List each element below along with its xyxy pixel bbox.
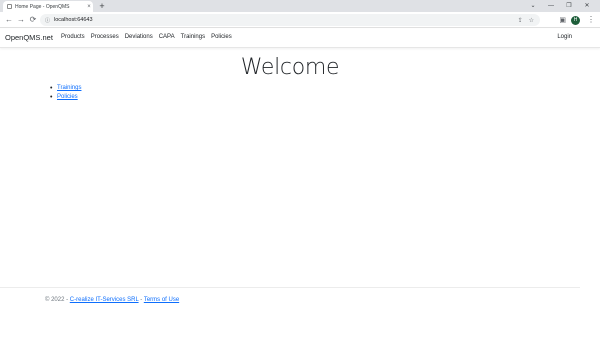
nav-links: Products Processes Deviations CAPA Train… (61, 34, 232, 40)
forward-icon[interactable]: → (16, 14, 26, 26)
maximize-button[interactable]: ❐ (560, 0, 578, 12)
site-brand[interactable]: OpenQMS.net (5, 33, 53, 42)
window-controls: ⌄ — ❐ ✕ (524, 0, 596, 12)
tab-search-icon[interactable]: ⌄ (524, 0, 542, 12)
footer-copyright: © 2022 - (45, 297, 70, 303)
nav-link-products[interactable]: Products (61, 34, 85, 40)
tab-title: Home Page - OpenQMS (15, 3, 70, 10)
terms-link[interactable]: Terms of Use (144, 297, 179, 303)
footer: © 2022 - C-realize IT-Services SRL - Ter… (45, 297, 179, 303)
site-navbar: OpenQMS.net Products Processes Deviation… (0, 29, 600, 48)
reload-icon[interactable]: ⟳ (28, 14, 38, 26)
browser-menu-icon[interactable]: ⋮ (587, 14, 595, 26)
new-tab-button[interactable]: + (97, 0, 107, 12)
address-bar[interactable]: ⓘ localhost:64643 ⇪ ☆ (40, 14, 540, 26)
back-icon[interactable]: ← (4, 14, 14, 26)
share-icon[interactable]: ⇪ (518, 17, 523, 24)
browser-tab[interactable]: Home Page - OpenQMS × (3, 1, 93, 12)
site-info-icon[interactable]: ⓘ (45, 17, 50, 24)
company-link[interactable]: C-realize IT-Services SRL (70, 297, 139, 303)
page-favicon-icon (7, 4, 12, 9)
sidebar-icon[interactable]: ▣ (559, 16, 566, 24)
address-url[interactable]: localhost:64643 (54, 17, 518, 23)
toolbar-right: ▣ H (559, 14, 580, 26)
nav-link-policies[interactable]: Policies (211, 34, 232, 40)
nav-link-trainings[interactable]: Trainings (181, 34, 205, 40)
list-item: Policies (50, 93, 81, 102)
star-icon[interactable]: ☆ (529, 17, 534, 24)
tab-close-icon[interactable]: × (85, 4, 93, 10)
page-heading: Welcome (240, 55, 340, 80)
profile-avatar[interactable]: H (571, 15, 580, 25)
nav-link-processes[interactable]: Processes (91, 34, 119, 40)
close-window-button[interactable]: ✕ (578, 0, 596, 12)
list-item: Trainings (50, 84, 82, 93)
footer-divider (0, 287, 580, 288)
nav-link-capa[interactable]: CAPA (159, 34, 175, 40)
minimize-button[interactable]: — (542, 0, 560, 12)
policies-link[interactable]: Policies (57, 94, 78, 100)
trainings-link[interactable]: Trainings (57, 85, 81, 91)
nav-link-deviations[interactable]: Deviations (125, 34, 153, 40)
browser-tabstrip: Home Page - OpenQMS × + ⌄ — ❐ ✕ (0, 0, 600, 12)
browser-toolbar: ← → ⟳ ⓘ localhost:64643 ⇪ ☆ ▣ H ⋮ (0, 12, 600, 28)
login-link[interactable]: Login (557, 34, 572, 40)
quick-links-list: Trainings Policies (50, 84, 82, 102)
